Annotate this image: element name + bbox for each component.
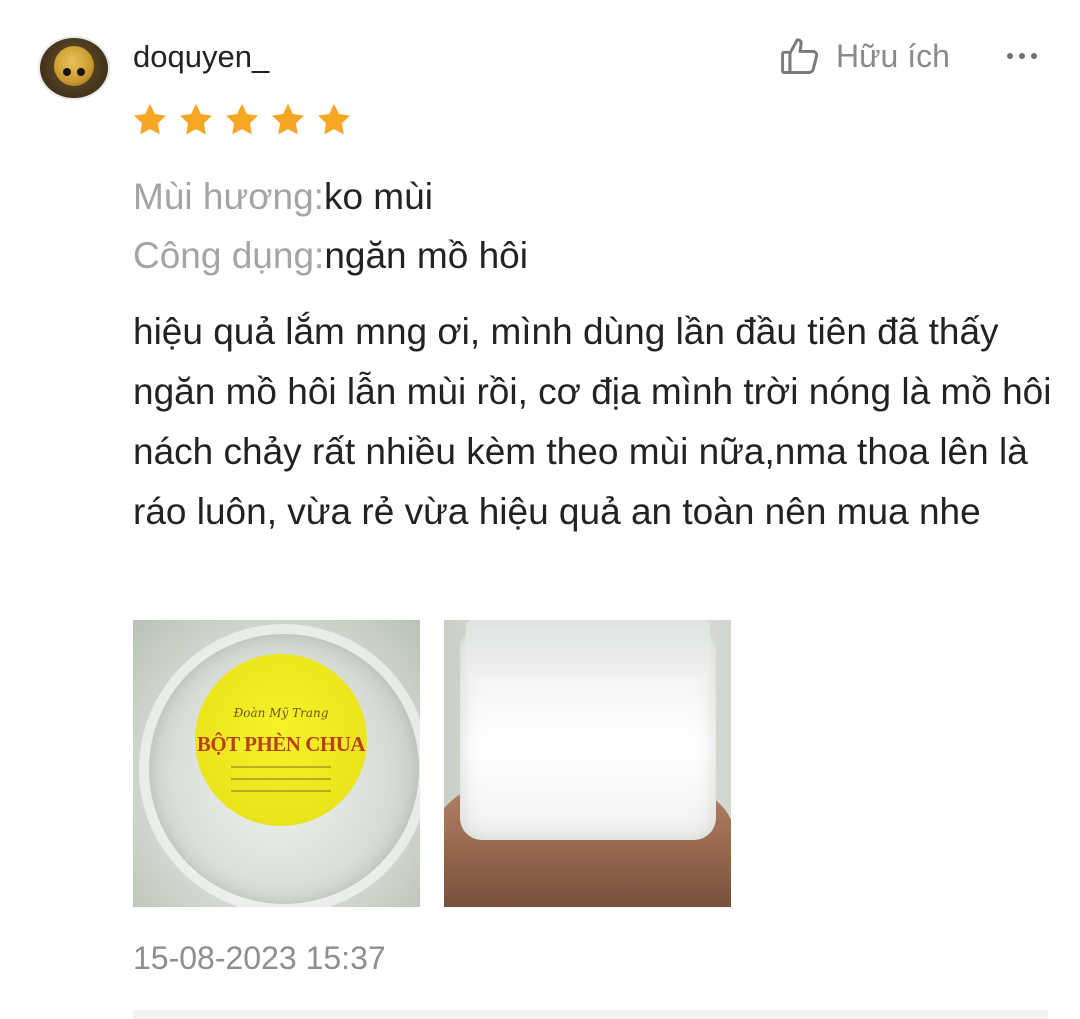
divider bbox=[133, 1010, 1048, 1019]
review-photo-1[interactable]: Đoàn Mỹ Trang BỘT PHÈN CHUA bbox=[133, 620, 420, 907]
review-text: hiệu quả lắm mng ơi, mình dùng lần đầu t… bbox=[133, 311, 1052, 532]
product-sticker: Đoàn Mỹ Trang BỘT PHÈN CHUA bbox=[195, 654, 367, 826]
star-icon bbox=[131, 101, 169, 139]
star-icon bbox=[223, 101, 261, 139]
sticker-fine-print bbox=[231, 778, 331, 780]
helpful-button[interactable]: Hữu ích bbox=[778, 32, 950, 80]
star-icon bbox=[177, 101, 215, 139]
more-dot bbox=[1019, 53, 1025, 59]
rating-stars bbox=[131, 101, 353, 139]
more-options-icon[interactable] bbox=[1000, 34, 1044, 78]
attribute-scent: Mùi hương:ko mùi bbox=[133, 174, 433, 220]
star-icon bbox=[269, 101, 307, 139]
sticker-fine-print bbox=[231, 766, 331, 768]
attribute-value: ko mùi bbox=[323, 176, 433, 217]
avatar-eye-left bbox=[63, 68, 71, 76]
more-dot bbox=[1007, 53, 1013, 59]
username[interactable]: doquyen_ bbox=[133, 36, 269, 78]
attribute-label: Mùi hương: bbox=[133, 176, 324, 217]
attribute-value: ngăn mồ hôi bbox=[324, 235, 528, 276]
helpful-label: Hữu ích bbox=[836, 37, 950, 74]
sticker-fine-print bbox=[231, 790, 331, 792]
avatar-character bbox=[54, 46, 94, 86]
attribute-label: Công dụng: bbox=[133, 235, 325, 276]
thumbs-up-icon bbox=[778, 34, 822, 78]
jar-lid bbox=[466, 620, 710, 676]
more-dot bbox=[1031, 53, 1037, 59]
sticker-title: BỘT PHÈN CHUA bbox=[196, 732, 366, 756]
star-icon bbox=[315, 101, 353, 139]
user-avatar[interactable] bbox=[38, 36, 110, 100]
attribute-usage: Công dụng:ngăn mồ hôi bbox=[133, 233, 528, 279]
review-photo-2[interactable] bbox=[444, 620, 731, 907]
sticker-brand: Đoàn Mỹ Trang bbox=[233, 706, 329, 720]
avatar-eye-right bbox=[77, 68, 85, 76]
review-timestamp: 15-08-2023 15:37 bbox=[133, 940, 386, 976]
